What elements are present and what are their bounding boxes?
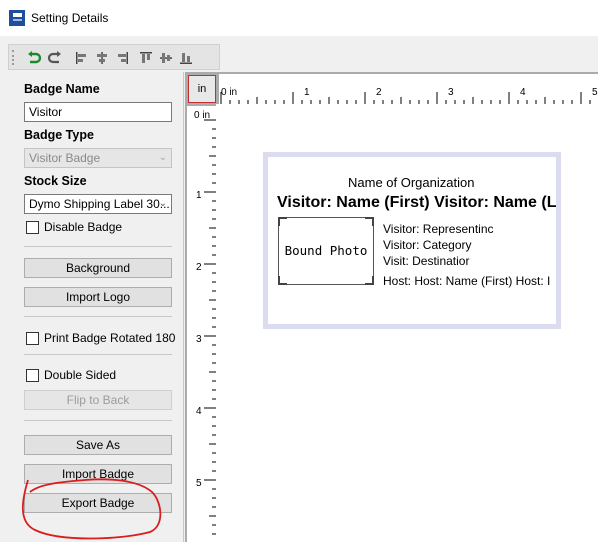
save-as-button[interactable]: Save As bbox=[24, 435, 172, 455]
badge-type-label: Badge Type bbox=[24, 128, 94, 142]
ruler-label: 1 bbox=[304, 87, 310, 98]
window-title: Setting Details bbox=[31, 11, 109, 25]
divider bbox=[24, 246, 172, 247]
visitor-name-field[interactable]: Visitor: Name (First) Visitor: Name (L bbox=[277, 194, 556, 212]
bound-photo-label: Bound Photo bbox=[284, 243, 368, 258]
design-workspace[interactable]: Name of Organization Visitor: Name (Firs… bbox=[216, 104, 598, 542]
ruler-label: 4 bbox=[520, 87, 526, 98]
divider bbox=[24, 354, 172, 355]
flip-to-back-button[interactable]: Flip to Back bbox=[24, 390, 172, 410]
chevron-down-icon: ⌄ bbox=[158, 198, 167, 209]
double-sided-label: Double Sided bbox=[44, 368, 117, 382]
align-top-icon[interactable] bbox=[137, 49, 155, 67]
print-rotated-label: Print Badge Rotated 180 bbox=[44, 331, 176, 345]
divider bbox=[24, 316, 172, 317]
ruler-label: 5 bbox=[592, 87, 598, 98]
stock-size-label: Stock Size bbox=[24, 174, 87, 188]
double-sided-checkbox[interactable]: Double Sided bbox=[26, 368, 116, 382]
badge-name-label: Badge Name bbox=[24, 82, 100, 96]
settings-panel: Badge Name Visitor Badge Type Visitor Ba… bbox=[14, 72, 184, 542]
category-field[interactable]: Visitor: Category bbox=[383, 238, 471, 252]
resize-handle[interactable] bbox=[365, 217, 374, 226]
align-left-icon[interactable] bbox=[73, 49, 91, 67]
divider bbox=[24, 420, 172, 421]
ruler-ticks bbox=[204, 119, 216, 535]
ruler-label: 2 bbox=[376, 87, 382, 98]
app-icon bbox=[9, 10, 25, 26]
ruler-label: 3 bbox=[196, 334, 202, 345]
ruler-label: 1 bbox=[196, 190, 202, 201]
import-logo-button[interactable]: Import Logo bbox=[24, 287, 172, 307]
badge-name-input[interactable]: Visitor bbox=[24, 102, 172, 122]
checkbox-box[interactable] bbox=[26, 220, 39, 234]
export-badge-button[interactable]: Export Badge bbox=[24, 493, 172, 513]
organization-name-field[interactable]: Name of Organization bbox=[348, 175, 474, 190]
ruler-label: 0 in bbox=[194, 110, 211, 121]
title-bar: Setting Details bbox=[0, 0, 598, 36]
horizontal-ruler: 0 in 1 2 3 4 5 bbox=[219, 74, 598, 104]
resize-handle[interactable] bbox=[365, 276, 374, 285]
badge-type-select[interactable]: Visitor Badge ⌄ bbox=[24, 148, 172, 168]
representing-field[interactable]: Visitor: Representinc bbox=[383, 222, 494, 236]
destination-field[interactable]: Visit: Destinatior bbox=[383, 254, 469, 268]
ruler-label: 2 bbox=[196, 262, 202, 273]
resize-handle[interactable] bbox=[278, 276, 287, 285]
resize-handle[interactable] bbox=[278, 217, 287, 226]
import-badge-button[interactable]: Import Badge bbox=[24, 464, 172, 484]
redo-icon[interactable] bbox=[46, 49, 64, 67]
background-button[interactable]: Background bbox=[24, 258, 172, 278]
print-rotated-checkbox[interactable]: Print Badge Rotated 180 bbox=[26, 331, 175, 345]
checkbox-box[interactable] bbox=[26, 368, 39, 382]
ruler-label: 5 bbox=[196, 478, 202, 489]
checkbox-box[interactable] bbox=[26, 331, 39, 345]
ruler-label: 0 in bbox=[221, 87, 238, 98]
stock-size-value: Dymo Shipping Label 30... bbox=[29, 197, 170, 211]
align-right-icon[interactable] bbox=[113, 49, 131, 67]
chevron-down-icon: ⌄ bbox=[158, 152, 167, 163]
disable-badge-checkbox[interactable]: Disable Badge bbox=[26, 220, 122, 234]
host-field[interactable]: Host: Host: Name (First) Host: I bbox=[383, 274, 550, 288]
ruler-label: 3 bbox=[448, 87, 454, 98]
ruler-label: 4 bbox=[196, 406, 202, 417]
badge-type-value: Visitor Badge bbox=[29, 151, 101, 165]
badge-designer: in 0 in 1 2 3 4 5 0 in 1 2 3 4 5 Name of… bbox=[185, 72, 598, 542]
bound-photo-field[interactable]: Bound Photo bbox=[278, 217, 374, 285]
toolbar-grip[interactable] bbox=[12, 50, 17, 65]
vertical-ruler: 0 in 1 2 3 4 5 bbox=[187, 106, 216, 542]
toolbar bbox=[8, 44, 220, 70]
disable-badge-label: Disable Badge bbox=[44, 220, 123, 234]
stock-size-select[interactable]: Dymo Shipping Label 30... ⌄ bbox=[24, 194, 172, 214]
ruler-ticks bbox=[220, 92, 591, 104]
undo-icon[interactable] bbox=[25, 49, 43, 67]
align-center-icon[interactable] bbox=[93, 49, 111, 67]
align-bottom-icon[interactable] bbox=[177, 49, 195, 67]
ruler-unit-toggle[interactable]: in bbox=[188, 75, 216, 103]
badge-preview[interactable]: Name of Organization Visitor: Name (Firs… bbox=[263, 152, 561, 329]
align-middle-icon[interactable] bbox=[157, 49, 175, 67]
